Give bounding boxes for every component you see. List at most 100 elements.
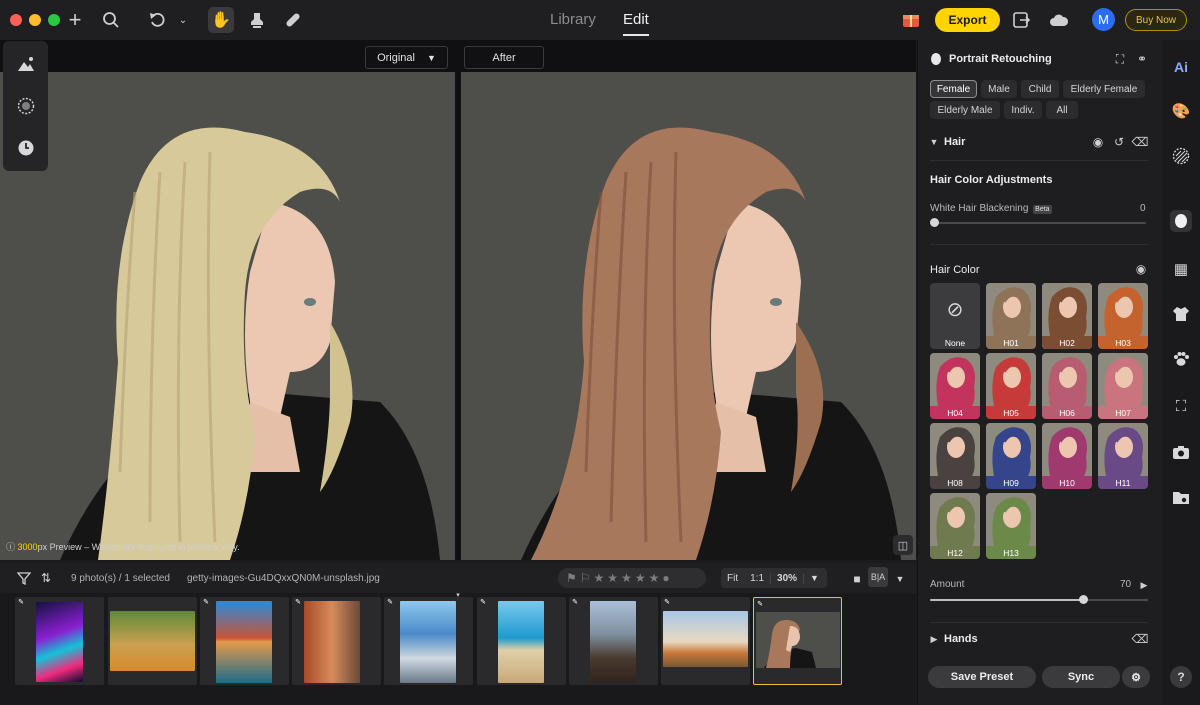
paw-icon[interactable] xyxy=(1170,348,1192,370)
hand-tool-icon[interactable]: ✋ xyxy=(208,7,234,33)
face-select-icon[interactable]: ⛶ xyxy=(1112,51,1128,67)
undo-history-chevron-icon[interactable]: ⌄ xyxy=(171,8,195,32)
rating-control: ⚑ ⚐ ★ ★ ★ ★ ★ ● xyxy=(558,568,706,588)
pattern-icon[interactable]: ▦ xyxy=(1170,258,1192,280)
star-2-icon[interactable]: ★ xyxy=(607,571,618,585)
minimize-window-button[interactable] xyxy=(29,14,41,26)
camera-icon[interactable] xyxy=(1170,441,1192,463)
subject-chip-female[interactable]: Female xyxy=(930,80,977,98)
subject-chip-elderly-male[interactable]: Elderly Male xyxy=(930,101,1000,119)
history-clock-icon[interactable] xyxy=(15,137,37,159)
folder-eye-icon[interactable] xyxy=(1170,486,1192,508)
star-1-icon[interactable]: ★ xyxy=(594,571,605,585)
help-icon[interactable]: ? xyxy=(1170,666,1192,688)
export-panel-icon[interactable] xyxy=(1010,8,1034,32)
sort-icon[interactable]: ⇅ xyxy=(34,566,58,590)
chevron-down-icon[interactable]: ▼ xyxy=(804,573,825,583)
hair-color-swatch-h02[interactable]: H02 xyxy=(1042,283,1092,349)
hair-color-swatch-h10[interactable]: H10 xyxy=(1042,423,1092,489)
erase-icon[interactable]: ⌫ xyxy=(1132,631,1149,647)
zoom-fit-button[interactable]: Fit xyxy=(721,573,744,584)
hair-color-swatch-none[interactable]: ⊘ None xyxy=(930,283,980,349)
reset-icon[interactable]: ↺ xyxy=(1111,134,1127,150)
gift-icon[interactable] xyxy=(899,8,923,32)
hair-section-title[interactable]: Hair xyxy=(944,136,965,148)
thumbnail-puppies[interactable] xyxy=(108,597,197,685)
zoom-1to1-button[interactable]: 1:1 xyxy=(744,573,770,584)
zoom-level[interactable]: 30% xyxy=(770,572,805,584)
hair-color-swatch-h01[interactable]: H01 xyxy=(986,283,1036,349)
hair-color-swatch-h08[interactable]: H08 xyxy=(930,423,980,489)
hair-color-swatch-h03[interactable]: H03 xyxy=(1098,283,1148,349)
search-icon[interactable] xyxy=(99,8,123,32)
noise-reduction-icon[interactable] xyxy=(15,95,37,117)
white-hair-slider-handle[interactable] xyxy=(930,218,939,227)
before-after-view-icon[interactable]: B|A xyxy=(868,567,888,587)
view-mode-dropdown[interactable]: Original ▼ xyxy=(365,46,448,69)
amount-slider-handle[interactable] xyxy=(1078,595,1088,604)
hair-color-swatch-h13[interactable]: H13 xyxy=(986,493,1036,559)
shirt-icon[interactable] xyxy=(1170,303,1192,325)
sync-button[interactable]: Sync xyxy=(1042,666,1120,688)
star-4-icon[interactable]: ★ xyxy=(635,571,646,585)
hair-color-swatch-h07[interactable]: H07 xyxy=(1098,353,1148,419)
star-5-icon[interactable]: ★ xyxy=(649,571,660,585)
tab-edit[interactable]: Edit xyxy=(623,11,649,36)
collapse-triangle-icon[interactable]: ▶ xyxy=(926,631,942,647)
thumbnail-old-town-street[interactable] xyxy=(292,597,381,685)
subject-chip-child[interactable]: Child xyxy=(1021,80,1059,98)
view-options-chevron-icon[interactable]: ▼ xyxy=(888,567,912,591)
color-label-icon[interactable]: ● xyxy=(662,571,669,585)
expand-triangle-icon[interactable]: ▼ xyxy=(926,134,942,150)
star-3-icon[interactable]: ★ xyxy=(621,571,632,585)
link-icon[interactable]: ⚭ xyxy=(1134,51,1150,67)
thumbnail-portrait-woman[interactable] xyxy=(753,597,842,685)
visibility-eye-icon[interactable]: ◉ xyxy=(1090,134,1106,150)
visibility-eye-icon[interactable]: ◉ xyxy=(1133,261,1149,277)
flag-reject-icon[interactable]: ⚐ xyxy=(580,571,591,585)
filter-icon[interactable] xyxy=(12,566,36,590)
close-window-button[interactable] xyxy=(10,14,22,26)
white-hair-slider-track[interactable] xyxy=(934,222,1146,224)
texture-icon[interactable] xyxy=(1170,145,1192,167)
thumbnail-castle-reflection[interactable] xyxy=(200,597,289,685)
ai-icon[interactable]: Ai xyxy=(1170,56,1192,78)
buy-now-button[interactable]: Buy Now xyxy=(1125,9,1187,31)
subject-chip-elderly-female[interactable]: Elderly Female xyxy=(1063,80,1145,98)
tab-library[interactable]: Library xyxy=(550,11,596,28)
landscape-ai-icon[interactable] xyxy=(15,53,37,75)
crop-icon[interactable]: ⛶ xyxy=(1170,395,1192,417)
subject-chip-all[interactable]: All xyxy=(1046,101,1078,119)
amount-expand-arrow-icon[interactable]: ▶ xyxy=(1136,577,1152,593)
export-button[interactable]: Export xyxy=(935,8,1000,32)
hair-color-swatch-h04[interactable]: H04 xyxy=(930,353,980,419)
thumbnail-city-skyline[interactable] xyxy=(384,597,473,685)
sync-settings-icon[interactable]: ⚙ xyxy=(1122,666,1150,688)
hair-color-swatch-h11[interactable]: H11 xyxy=(1098,423,1148,489)
erase-icon[interactable]: ⌫ xyxy=(1132,134,1149,150)
split-compare-icon[interactable]: ◫ xyxy=(893,535,913,555)
maximize-window-button[interactable] xyxy=(48,14,60,26)
hair-color-swatch-h09[interactable]: H09 xyxy=(986,423,1036,489)
add-icon[interactable]: + xyxy=(63,7,87,32)
thumbnail-woman-rocks[interactable] xyxy=(569,597,658,685)
stamp-tool-icon[interactable] xyxy=(245,8,269,32)
thumbnail-beach[interactable] xyxy=(477,597,566,685)
hair-color-swatch-h12[interactable]: H12 xyxy=(930,493,980,559)
subject-chip-individual[interactable]: Indiv. xyxy=(1004,101,1042,119)
hair-color-swatch-h05[interactable]: H05 xyxy=(986,353,1036,419)
hair-color-swatch-h06[interactable]: H06 xyxy=(1042,353,1092,419)
hands-section-title[interactable]: Hands xyxy=(944,633,978,645)
subject-chip-male[interactable]: Male xyxy=(981,80,1017,98)
bandage-tool-icon[interactable] xyxy=(281,8,305,32)
portrait-icon[interactable] xyxy=(1170,210,1192,232)
thumbnail-hot-air-balloons[interactable] xyxy=(661,597,750,685)
cloud-icon[interactable] xyxy=(1047,8,1071,32)
undo-icon[interactable] xyxy=(146,8,170,32)
thumbnail-neon-sign[interactable] xyxy=(15,597,104,685)
single-view-icon[interactable]: ■ xyxy=(845,567,869,591)
avatar[interactable]: M xyxy=(1092,8,1115,31)
flag-pick-icon[interactable]: ⚑ xyxy=(566,571,577,585)
save-preset-button[interactable]: Save Preset xyxy=(928,666,1036,688)
palette-icon[interactable]: 🎨 xyxy=(1170,100,1192,122)
